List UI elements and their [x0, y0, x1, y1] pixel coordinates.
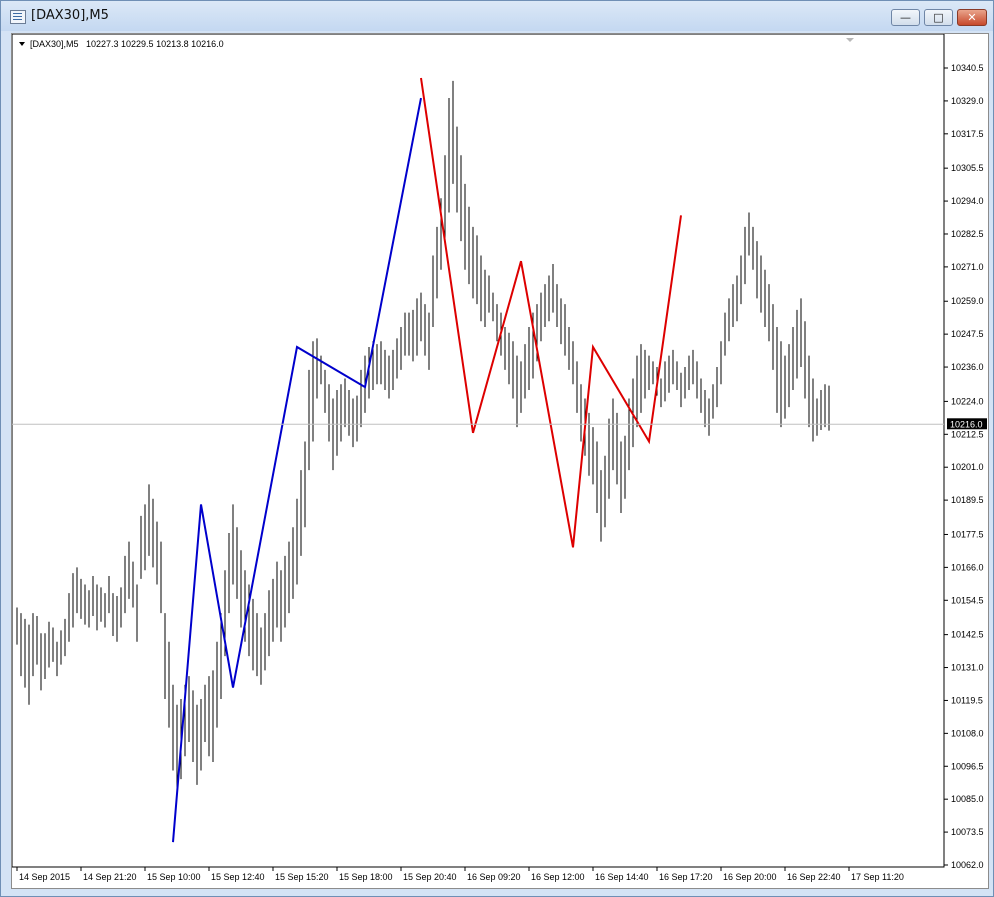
maximize-button[interactable]: □	[924, 9, 953, 26]
x-tick-label: 15 Sep 10:00	[147, 872, 201, 882]
y-tick-label: 10131.0	[951, 663, 984, 673]
price-axis: 10340.5 10329.0 10317.5 10305.5 10294.0 10282…	[944, 63, 984, 870]
close-button[interactable]: ✕	[957, 9, 987, 26]
y-tick-label: 10271.0	[951, 262, 984, 272]
x-tick-label: 16 Sep 20:00	[723, 872, 777, 882]
chart-window-icon	[10, 10, 26, 24]
x-tick-label: 15 Sep 20:40	[403, 872, 457, 882]
maximize-icon: □	[933, 11, 944, 24]
x-tick-label: 16 Sep 14:40	[595, 872, 649, 882]
y-tick-label: 10212.5	[951, 429, 984, 439]
y-tick-label: 10189.5	[951, 495, 984, 505]
y-tick-label: 10247.5	[951, 329, 984, 339]
x-tick-label: 14 Sep 21:20	[83, 872, 137, 882]
x-tick-label: 15 Sep 15:20	[275, 872, 329, 882]
y-tick-label: 10073.5	[951, 827, 984, 837]
ohlc-header: 10227.3 10229.5 10213.8 10216.0	[86, 39, 224, 49]
y-tick-label: 10305.5	[951, 163, 984, 173]
window-title: [DAX30],M5	[31, 8, 109, 23]
x-tick-label: 14 Sep 2015	[19, 872, 70, 882]
minimize-button[interactable]: —	[891, 9, 920, 26]
x-tick-label: 16 Sep 22:40	[787, 872, 841, 882]
close-icon: ✕	[967, 11, 977, 24]
y-tick-label: 10062.0	[951, 860, 984, 870]
y-tick-label: 10282.5	[951, 229, 984, 239]
current-price-label-text: 10216.0	[950, 419, 983, 429]
y-tick-label: 10154.5	[951, 595, 984, 605]
minimize-icon: —	[900, 11, 911, 24]
y-tick-label: 10317.5	[951, 129, 984, 139]
y-tick-label: 10142.5	[951, 630, 984, 640]
y-tick-label: 10119.5	[951, 695, 983, 705]
y-tick-label: 10166.0	[951, 562, 984, 572]
y-tick-label: 10224.0	[951, 396, 984, 406]
y-tick-label: 10329.0	[951, 96, 984, 106]
y-tick-label: 10201.0	[951, 462, 984, 472]
y-tick-label: 10085.0	[951, 794, 984, 804]
x-tick-label: 16 Sep 17:20	[659, 872, 713, 882]
y-tick-label: 10108.0	[951, 728, 984, 738]
y-tick-label: 10294.0	[951, 196, 984, 206]
x-tick-label: 17 Sep 11:20	[851, 872, 904, 882]
y-tick-label: 10340.5	[951, 63, 984, 73]
x-tick-label: 15 Sep 18:00	[339, 872, 393, 882]
plot-area	[11, 33, 945, 868]
y-tick-label: 10096.5	[951, 761, 984, 771]
symbol-header: [DAX30],M5	[30, 39, 79, 49]
time-axis: 14 Sep 2015 14 Sep 21:20 15 Sep 10:00 15 Se…	[16, 867, 904, 882]
chart-area[interactable]: 10340.5 10329.0 10317.5 10305.5 10294.0 10282…	[11, 33, 989, 889]
y-tick-label: 10259.0	[951, 296, 984, 306]
chart-window: [DAX30],M5 — □ ✕ 10340.5 10329.0 10317.5 10…	[0, 0, 994, 897]
title-bar[interactable]: [DAX30],M5 — □ ✕	[1, 1, 993, 31]
x-tick-label: 15 Sep 12:40	[211, 872, 265, 882]
y-tick-label: 10236.0	[951, 362, 984, 372]
current-price-label: 10216.0	[947, 418, 987, 430]
x-tick-label: 16 Sep 12:00	[531, 872, 585, 882]
y-tick-label: 10177.5	[951, 529, 984, 539]
x-tick-label: 16 Sep 09:20	[467, 872, 521, 882]
price-chart[interactable]: 10340.5 10329.0 10317.5 10305.5 10294.0 10282…	[11, 33, 988, 888]
